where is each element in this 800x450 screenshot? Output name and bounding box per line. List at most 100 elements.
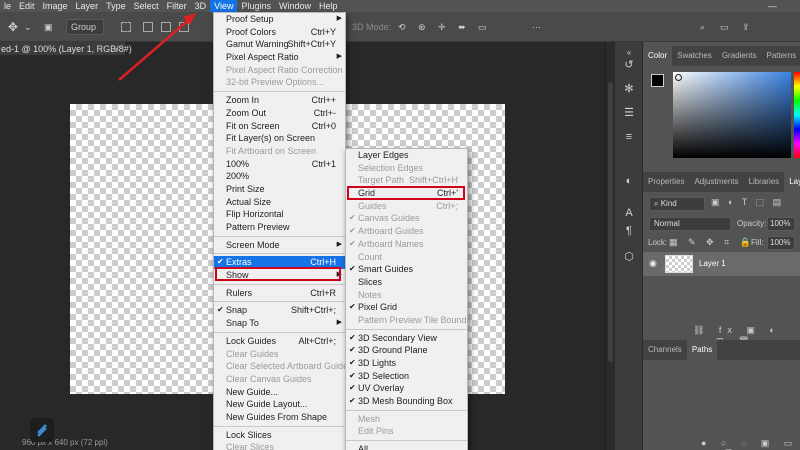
tab-channels[interactable]: Channels: [643, 340, 687, 360]
search-icon[interactable]: ⌕: [700, 19, 705, 35]
auto-select-dropdown[interactable]: Group: [66, 19, 104, 35]
view-menu-item-new-guide-layout[interactable]: New Guide Layout...: [214, 398, 345, 411]
3d-icon[interactable]: ⬡: [620, 248, 638, 266]
menu-window[interactable]: Window: [275, 0, 315, 12]
tab-paths[interactable]: Paths: [686, 340, 718, 360]
show-menu-item-3d-lights[interactable]: ✔ 3D Lights: [346, 357, 467, 370]
blend-mode-dropdown[interactable]: Normal: [649, 217, 731, 231]
align-right-icon[interactable]: [176, 19, 192, 35]
view-menu-item-zoom-out[interactable]: Zoom Out Ctrl+-: [214, 107, 345, 120]
show-menu-item-layer-edges[interactable]: Layer Edges: [346, 149, 467, 162]
view-menu-item-actual-size[interactable]: Actual Size: [214, 196, 345, 209]
view-menu-item-pattern-preview[interactable]: Pattern Preview: [214, 221, 345, 234]
properties-icon[interactable]: ☰: [620, 104, 638, 122]
show-menu-item-smart-guides[interactable]: ✔ Smart Guides: [346, 263, 467, 276]
menu-3d[interactable]: 3D: [191, 0, 211, 12]
foreground-swatch[interactable]: [651, 74, 664, 87]
view-menu-item-label: Zoom In: [226, 95, 260, 106]
menu-filter[interactable]: Filter: [163, 0, 191, 12]
lock-icons[interactable]: ▦ ✎ ✥ ⌗ 🔒: [669, 237, 755, 248]
tab-color[interactable]: Color: [643, 46, 673, 66]
tab-swatches[interactable]: Swatches: [672, 46, 717, 66]
path-actions[interactable]: ● ○ ◌ ▣ ▭ ⊞ 🗑: [701, 438, 800, 450]
workspace-icon[interactable]: ▭: [720, 19, 729, 35]
document-tab[interactable]: ed-1 @ 100% (Layer 1, RGB/8#) ×: [0, 42, 132, 56]
view-menu-item-new-guides-from-shape[interactable]: New Guides From Shape: [214, 411, 345, 424]
transform-controls-icon[interactable]: [118, 19, 134, 35]
more-options-icon[interactable]: ···: [532, 19, 541, 35]
menu-layer[interactable]: Layer: [72, 0, 103, 12]
brush-settings-icon[interactable]: ✻: [620, 80, 638, 98]
view-menu-item-fit-on-screen[interactable]: Fit on Screen Ctrl+0: [214, 120, 345, 133]
filter-icons[interactable]: ▣ ◐ T ⬚ ▤: [711, 197, 784, 208]
align-center-icon[interactable]: [158, 19, 174, 35]
view-menu-item-100[interactable]: 100% Ctrl+1: [214, 158, 345, 171]
view-menu-item-flip-horizontal[interactable]: Flip Horizontal: [214, 208, 345, 221]
fill-value[interactable]: 100%: [767, 236, 795, 250]
view-menu-item-screen-mode[interactable]: Screen Mode ▶: [214, 239, 345, 252]
view-menu-item-print-size[interactable]: Print Size: [214, 183, 345, 196]
menu-le[interactable]: le: [0, 0, 15, 12]
tab-gradients[interactable]: Gradients: [717, 46, 762, 66]
view-menu-item-lock-guides[interactable]: Lock Guides Alt+Ctrl+;: [214, 335, 345, 348]
view-menu-item-proof-setup[interactable]: Proof Setup ▶: [214, 13, 345, 26]
adjustments-icon[interactable]: ≡: [620, 128, 638, 146]
minimize-icon[interactable]: —: [768, 0, 777, 12]
show-menu-item-all[interactable]: All: [346, 443, 467, 450]
checkmark-icon: ✔: [217, 305, 224, 315]
view-menu-item-new-guide[interactable]: New Guide...: [214, 386, 345, 399]
menu-image[interactable]: Image: [39, 0, 72, 12]
menu-type[interactable]: Type: [102, 0, 130, 12]
eye-icon[interactable]: ◉: [649, 258, 657, 269]
color-picker-field[interactable]: [673, 72, 791, 158]
align-left-icon[interactable]: [140, 19, 156, 35]
3d-slide-icon[interactable]: ⬌: [458, 19, 466, 35]
layer-filter-dropdown[interactable]: ⌕ Kind: [649, 197, 705, 211]
view-menu-item-lock-slices[interactable]: Lock Slices: [214, 429, 345, 442]
history-icon[interactable]: ↺: [620, 56, 638, 74]
share-icon[interactable]: ⇪: [742, 19, 750, 35]
view-menu-item-pixel-aspect-ratio[interactable]: Pixel Aspect Ratio ▶: [214, 51, 345, 64]
menu-edit[interactable]: Edit: [15, 0, 39, 12]
paragraph-icon[interactable]: ¶: [620, 222, 638, 240]
tab-adjustments[interactable]: Adjustments: [689, 172, 743, 192]
show-menu-item-3d-selection[interactable]: ✔ 3D Selection: [346, 370, 467, 383]
view-menu-item-zoom-in[interactable]: Zoom In Ctrl++: [214, 94, 345, 107]
tab-layers[interactable]: Laye: [784, 172, 800, 192]
move-tool-icon[interactable]: ✥: [8, 19, 18, 35]
tab-properties[interactable]: Properties: [643, 172, 689, 192]
3d-pan-icon[interactable]: ✛: [438, 19, 446, 35]
show-menu-item-slices[interactable]: Slices: [346, 276, 467, 289]
3d-orbit-icon[interactable]: ⟲: [398, 19, 406, 35]
menu-view[interactable]: View: [210, 0, 238, 12]
show-menu-item-3d-mesh-bounding-box[interactable]: ✔ 3D Mesh Bounding Box: [346, 395, 467, 408]
hue-slider[interactable]: [794, 72, 800, 158]
opacity-value[interactable]: 100%: [767, 217, 795, 231]
auto-select-icon[interactable]: ▣: [44, 19, 53, 35]
show-menu-item-3d-ground-plane[interactable]: ✔ 3D Ground Plane: [346, 344, 467, 357]
view-menu-item-fit-layer-s-on-screen[interactable]: Fit Layer(s) on Screen: [214, 132, 345, 145]
tab-patterns[interactable]: Patterns: [762, 46, 800, 66]
view-menu-item-gamut-warning[interactable]: Gamut Warning Shift+Ctrl+Y: [214, 38, 345, 51]
show-menu-item-pixel-grid[interactable]: ✔ Pixel Grid: [346, 301, 467, 314]
show-menu-item-uv-overlay[interactable]: ✔ UV Overlay: [346, 382, 467, 395]
view-menu-item-proof-colors[interactable]: Proof Colors Ctrl+Y: [214, 26, 345, 39]
view-menu-item-rulers[interactable]: Rulers Ctrl+R: [214, 287, 345, 300]
view-menu-item-snap[interactable]: ✔ Snap Shift+Ctrl+;: [214, 304, 345, 317]
menu-help[interactable]: Help: [315, 0, 342, 12]
character-icon[interactable]: A: [620, 204, 638, 222]
show-menu-item-3d-secondary-view[interactable]: ✔ 3D Secondary View: [346, 332, 467, 345]
3d-roll-icon[interactable]: ⊛: [418, 19, 426, 35]
3d-scale-icon[interactable]: ▭: [478, 19, 487, 35]
view-menu-item-200[interactable]: 200%: [214, 170, 345, 183]
show-menu-item-edit-pins: Edit Pins: [346, 425, 467, 438]
styles-icon[interactable]: ◐: [620, 172, 638, 190]
dropdown-arrow-icon[interactable]: ⌄: [24, 19, 32, 35]
close-icon[interactable]: ×: [114, 42, 119, 56]
tab-libraries[interactable]: Libraries: [744, 172, 785, 192]
layer-row[interactable]: ◉ Layer 1: [643, 252, 800, 276]
canvas-scrollbar[interactable]: [605, 42, 615, 450]
menu-select[interactable]: Select: [130, 0, 163, 12]
menu-plugins[interactable]: Plugins: [237, 0, 275, 12]
view-menu-item-snap-to[interactable]: Snap To ▶: [214, 317, 345, 330]
